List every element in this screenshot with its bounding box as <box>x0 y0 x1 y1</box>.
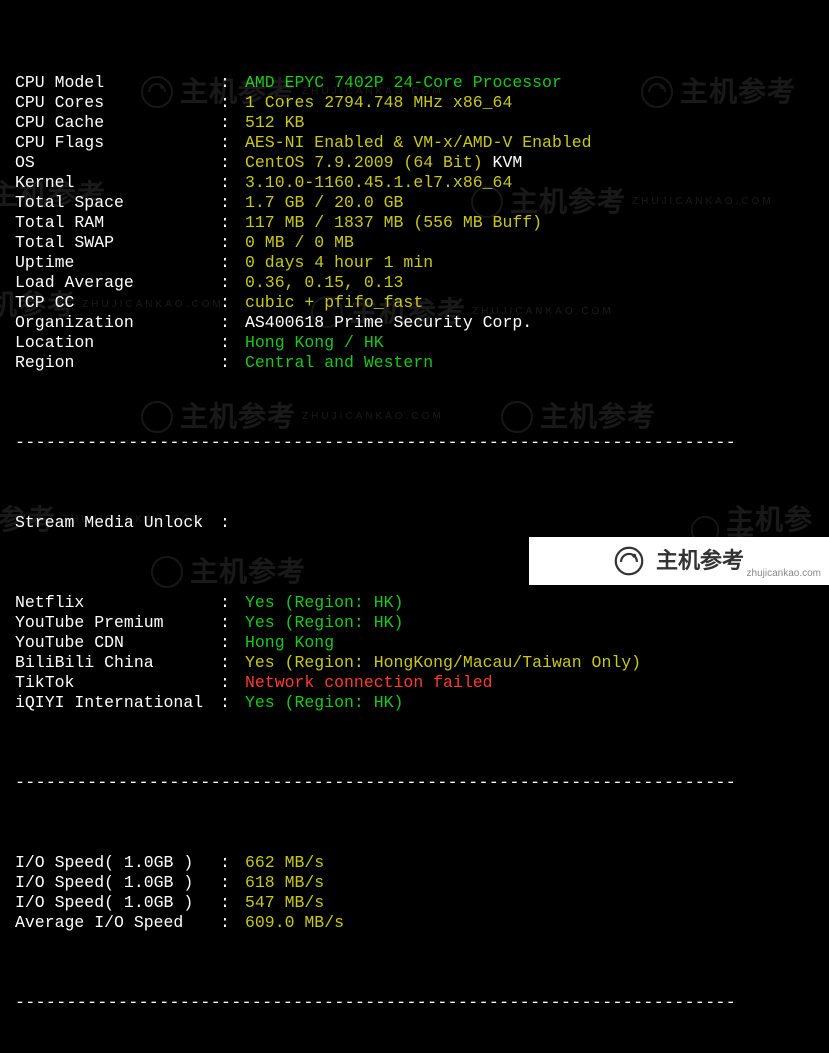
stream-header: Stream Media Unlock <box>15 513 220 533</box>
row-value: Central and Western <box>245 353 433 373</box>
row-label: YouTube CDN <box>15 633 220 653</box>
row-label: Region <box>15 353 220 373</box>
row-value: 1 Cores 2794.748 MHz x86_64 <box>245 93 512 113</box>
info-row: CPU Model: AMD EPYC 7402P 24-Core Proces… <box>15 73 814 93</box>
row-label: Load Average <box>15 273 220 293</box>
info-row: CPU Flags: AES-NI Enabled & VM-x/AMD-V E… <box>15 133 814 153</box>
badge-url: zhujicankao.com <box>747 564 821 584</box>
info-row: Location: Hong Kong / HK <box>15 333 814 353</box>
watermark-badge: 主机参考 zhujicankao.com <box>529 537 829 585</box>
row-value: Hong Kong <box>245 633 334 653</box>
divider: ----------------------------------------… <box>15 993 814 1013</box>
info-row: I/O Speed( 1.0GB ): 547 MB/s <box>15 893 814 913</box>
info-row: Average I/O Speed: 609.0 MB/s <box>15 913 814 933</box>
info-row: CPU Cache: 512 KB <box>15 113 814 133</box>
info-row: Load Average: 0.36, 0.15, 0.13 <box>15 273 814 293</box>
row-value: 3.10.0-1160.45.1.el7.x86_64 <box>245 173 512 193</box>
info-row: TikTok: Network connection failed <box>15 673 814 693</box>
info-row: Uptime: 0 days 4 hour 1 min <box>15 253 814 273</box>
row-label: OS <box>15 153 220 173</box>
row-label: Total SWAP <box>15 233 220 253</box>
row-value: AMD EPYC 7402P 24-Core Processor <box>245 73 562 93</box>
row-label: Location <box>15 333 220 353</box>
row-label: Uptime <box>15 253 220 273</box>
row-label: CPU Cache <box>15 113 220 133</box>
row-value: 1.7 GB / 20.0 GB <box>245 193 403 213</box>
row-value: 117 MB / 1837 MB (556 MB Buff) <box>245 213 542 233</box>
info-row: CPU Cores: 1 Cores 2794.748 MHz x86_64 <box>15 93 814 113</box>
info-row: I/O Speed( 1.0GB ): 662 MB/s <box>15 853 814 873</box>
row-label: Kernel <box>15 173 220 193</box>
row-value: 547 MB/s <box>245 893 324 913</box>
row-value: KVM <box>483 153 523 173</box>
info-row: OS: CentOS 7.9.2009 (64 Bit) KVM <box>15 153 814 173</box>
info-row: Organization: AS400618 Prime Security Co… <box>15 313 814 333</box>
info-row: I/O Speed( 1.0GB ): 618 MB/s <box>15 873 814 893</box>
info-row: Total RAM: 117 MB / 1837 MB (556 MB Buff… <box>15 213 814 233</box>
row-value: 618 MB/s <box>245 873 324 893</box>
row-label: CPU Model <box>15 73 220 93</box>
row-label: YouTube Premium <box>15 613 220 633</box>
row-label: TCP CC <box>15 293 220 313</box>
divider: ----------------------------------------… <box>15 773 814 793</box>
row-label: CPU Flags <box>15 133 220 153</box>
terminal-output: CPU Model: AMD EPYC 7402P 24-Core Proces… <box>0 0 829 1053</box>
logo-icon <box>614 546 644 576</box>
row-value: 609.0 MB/s <box>245 913 344 933</box>
row-value: Yes (Region: HK) <box>245 613 403 633</box>
info-row: Total Space: 1.7 GB / 20.0 GB <box>15 193 814 213</box>
row-label: Organization <box>15 313 220 333</box>
row-label: I/O Speed( 1.0GB ) <box>15 873 220 893</box>
row-value: CentOS 7.9.2009 (64 Bit) <box>245 153 483 173</box>
row-value: AS400618 Prime Security Corp. <box>245 313 532 333</box>
info-row: Total SWAP: 0 MB / 0 MB <box>15 233 814 253</box>
row-value: AES-NI Enabled & VM-x/AMD-V Enabled <box>245 133 592 153</box>
info-row: BiliBili China: Yes (Region: HongKong/Ma… <box>15 653 814 673</box>
row-value: 662 MB/s <box>245 853 324 873</box>
row-value: 0 MB / 0 MB <box>245 233 354 253</box>
row-value: 0 days 4 hour 1 min <box>245 253 433 273</box>
info-row: TCP CC: cubic + pfifo_fast <box>15 293 814 313</box>
row-value: Hong Kong / HK <box>245 333 384 353</box>
row-label: CPU Cores <box>15 93 220 113</box>
badge-text: 主机参考 <box>656 551 744 571</box>
row-value: 0.36, 0.15, 0.13 <box>245 273 403 293</box>
row-value: Yes (Region: HK) <box>245 693 403 713</box>
info-row: Netflix: Yes (Region: HK) <box>15 593 814 613</box>
row-label: Total Space <box>15 193 220 213</box>
row-value: Yes (Region: HK) <box>245 593 403 613</box>
divider: ----------------------------------------… <box>15 433 814 453</box>
info-row: iQIYI International: Yes (Region: HK) <box>15 693 814 713</box>
row-label: iQIYI International <box>15 693 220 713</box>
row-label: Average I/O Speed <box>15 913 220 933</box>
row-value: Network connection failed <box>245 673 493 693</box>
row-value: Yes (Region: HongKong/Macau/Taiwan Only) <box>245 653 641 673</box>
row-label: BiliBili China <box>15 653 220 673</box>
stream-header-row: Stream Media Unlock : <box>15 513 814 533</box>
row-value: 512 KB <box>245 113 304 133</box>
row-label: TikTok <box>15 673 220 693</box>
row-label: Total RAM <box>15 213 220 233</box>
info-row: YouTube Premium: Yes (Region: HK) <box>15 613 814 633</box>
row-label: I/O Speed( 1.0GB ) <box>15 853 220 873</box>
info-row: YouTube CDN: Hong Kong <box>15 633 814 653</box>
row-label: I/O Speed( 1.0GB ) <box>15 893 220 913</box>
info-row: Kernel: 3.10.0-1160.45.1.el7.x86_64 <box>15 173 814 193</box>
info-row: Region: Central and Western <box>15 353 814 373</box>
row-value: cubic + pfifo_fast <box>245 293 423 313</box>
row-label: Netflix <box>15 593 220 613</box>
